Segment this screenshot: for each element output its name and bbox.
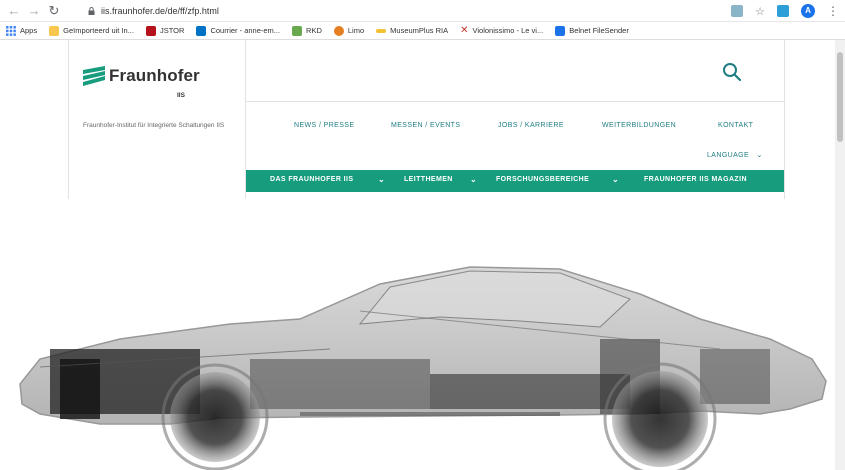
bookmark-star-icon[interactable]: ☆ [755,5,765,18]
bookmark-jstor[interactable]: JSTOR [145,25,184,36]
filesender-icon [555,25,566,36]
limo-icon [333,25,344,36]
bookmark-filesender[interactable]: Belnet FileSender [555,25,629,36]
institute-name: Fraunhofer-Institut für Integrierte Scha… [83,122,225,129]
web-page: Fraunhofer IIS Fraunhofer-Institut für I… [0,40,845,470]
bookmark-apps[interactable]: Apps [6,25,37,36]
main-nav-das-fraunhofer-iis[interactable]: DAS FRAUNHOFER IIS [270,176,353,183]
fraunhofer-logo-icon [83,66,105,86]
nav-weiterbildungen[interactable]: WEITERBILDUNGEN [602,122,676,129]
address-bar[interactable]: iis.fraunhofer.de/de/ff/zfp.html [88,2,728,20]
site-header: Fraunhofer IIS Fraunhofer-Institut für I… [0,40,835,199]
bookmarks-bar: Apps Geïmporteerd uit In... JSTOR Courri… [0,22,845,40]
search-icon[interactable] [722,62,742,82]
logo-column: Fraunhofer IIS Fraunhofer-Institut für I… [68,40,246,199]
reload-icon[interactable]: ↻ [46,3,62,19]
jstor-icon [145,25,156,36]
language-label: LANGUAGE [707,152,750,159]
nav-messen-events[interactable]: MESSEN / EVENTS [391,122,460,129]
back-arrow-icon[interactable]: ← [6,3,22,19]
main-nav-fraunhofer-iis-magazin[interactable]: FRAUNHOFER IIS MAGAZIN [644,176,747,183]
fraunhofer-logo[interactable]: Fraunhofer [83,66,200,86]
chevron-down-icon[interactable]: ⌄ [378,175,385,184]
nav-kontakt[interactable]: KONTAKT [718,122,753,129]
chevron-down-icon[interactable]: ⌄ [470,175,477,184]
extension-icon[interactable] [777,5,789,17]
forward-arrow-icon[interactable]: → [26,3,42,19]
logo-subtitle: IIS [177,92,185,99]
bookmark-limo[interactable]: Limo [333,25,364,36]
apps-grid-icon [6,25,16,36]
logo-text: Fraunhofer [109,66,200,85]
lock-icon [88,7,95,15]
xray-car-illustration [0,199,835,470]
folder-icon [49,25,60,36]
scrollbar-thumb[interactable] [837,52,843,142]
bookmark-imported[interactable]: Geïmporteerd uit In... [49,25,134,36]
chevron-down-icon[interactable]: ⌄ [612,175,619,184]
outlook-icon [196,25,207,36]
page-scrollbar[interactable] [835,40,845,470]
rkd-icon [292,25,303,36]
nav-jobs-karriere[interactable]: JOBS / KARRIERE [498,122,564,129]
hero-xray-car-image [0,199,835,470]
chevron-down-icon: ⌄ [756,152,763,159]
main-nav-leitthemen[interactable]: LEITTHEMEN [404,176,453,183]
bookmark-courrier[interactable]: Courrier - anne-em... [196,25,280,36]
translate-icon[interactable] [731,5,744,17]
violin-icon: ✕ [460,25,469,36]
bookmark-violonissimo[interactable]: ✕ Violonissimo - Le vi... [460,25,543,36]
search-area [246,40,784,102]
menu-kebab-icon[interactable]: ⋮ [827,4,839,18]
main-nav-forschungsbereiche[interactable]: FORSCHUNGSBEREICHE [496,176,589,183]
bookmark-rkd[interactable]: RKD [292,25,322,36]
museumplus-icon [376,28,387,33]
language-selector[interactable]: LANGUAGE ⌄ [707,151,763,159]
profile-avatar[interactable]: A [801,4,815,18]
browser-toolbar: ← → ↻ iis.fraunhofer.de/de/ff/zfp.html ☆… [0,0,845,22]
header-right-column [784,40,835,199]
nav-news-presse[interactable]: NEWS / PRESSE [294,122,354,129]
bookmark-museumplus[interactable]: MuseumPlus RIA [376,26,448,35]
url-text: iis.fraunhofer.de/de/ff/zfp.html [101,6,219,16]
main-navigation: DAS FRAUNHOFER IIS ⌄ LEITTHEMEN ⌄ FORSCH… [246,170,784,192]
